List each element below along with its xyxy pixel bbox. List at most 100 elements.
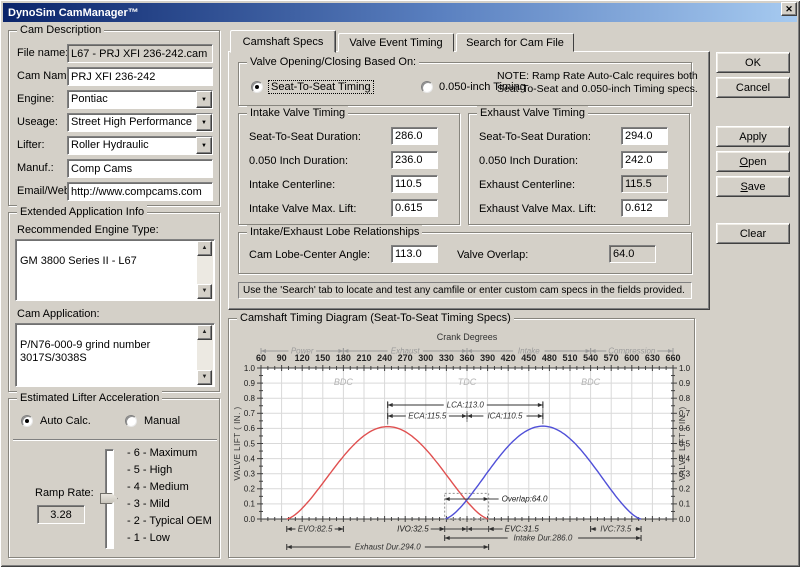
intake-050-duration-field[interactable] xyxy=(391,151,438,169)
svg-text:300: 300 xyxy=(418,353,433,363)
exhaust-timing-legend: Exhaust Valve Timing xyxy=(477,106,588,121)
tab-search-for-cam-file[interactable]: Search for Cam File xyxy=(456,33,574,52)
lifter-accel-group: Estimated Lifter Acceleration Auto Calc.… xyxy=(8,391,220,558)
slider-label-5: - 5 - High xyxy=(127,464,173,476)
camshaft-timing-chart: 0.0 0.00.1 0.10.2 0.20.3 0.30.4 0.40.5 0.50.6 0… xyxy=(233,332,691,552)
svg-text:Power: Power xyxy=(291,347,314,356)
cam-lobe-angle-field[interactable] xyxy=(391,245,438,263)
timing-diagram-group: Camshaft Timing Diagram (Seat-To-Seat Ti… xyxy=(228,311,695,558)
intake-centerline-field[interactable] xyxy=(391,175,438,193)
svg-text:0.2: 0.2 xyxy=(679,485,691,494)
engine-type-textarea[interactable]: GM 3800 Series II - L67 ▲ ▼ xyxy=(15,239,215,301)
search-note-bar: Use the 'Search' tab to locate and test … xyxy=(238,282,692,299)
svg-text:1.0: 1.0 xyxy=(679,364,691,373)
lifter-combobox[interactable]: Roller Hydraulic ▼ xyxy=(67,136,213,155)
cancel-button[interactable]: Cancel xyxy=(716,77,790,98)
intake-row-label: Intake Valve Max. Lift: xyxy=(249,203,357,215)
svg-text:60: 60 xyxy=(256,353,266,363)
note-line2: Seat-To-Seat and 0.050-inch Timing specs… xyxy=(497,83,698,95)
svg-text:TDC: TDC xyxy=(458,377,477,387)
valve-overlap-field xyxy=(609,245,656,263)
titlebar[interactable]: DynoSim CamManager™ xyxy=(3,3,797,22)
tab-valve-event-timing[interactable]: Valve Event Timing xyxy=(338,33,454,52)
email-web-label: Email/Web: xyxy=(17,185,74,197)
scrollbar[interactable]: ▲ ▼ xyxy=(197,325,213,385)
svg-text:0.7: 0.7 xyxy=(244,409,256,418)
cam-name-field[interactable] xyxy=(67,67,213,86)
useage-combobox[interactable]: Street High Performance ▼ xyxy=(67,113,213,132)
intake-row-label: Seat-To-Seat Duration: xyxy=(249,131,361,143)
intake-row-label: Intake Centerline: xyxy=(249,179,336,191)
save-button[interactable]: Save xyxy=(716,176,790,197)
exhaust-max-lift-field[interactable] xyxy=(621,199,668,217)
scroll-down-icon[interactable]: ▼ xyxy=(197,284,212,299)
file-name-field[interactable] xyxy=(67,44,213,63)
clear-button[interactable]: Clear xyxy=(716,223,790,244)
scroll-up-icon[interactable]: ▲ xyxy=(197,325,212,340)
inch-timing-radio[interactable] xyxy=(421,81,433,93)
cam-application-textarea[interactable]: P/N76-000-9 grind number 3017S/3038S ▲ ▼ xyxy=(15,323,215,387)
cam-application-text: P/N76-000-9 grind number 3017S/3038S xyxy=(20,339,151,364)
engine-type-text: GM 3800 Series II - L67 xyxy=(20,255,137,267)
tab-camshaft-specs[interactable]: Camshaft Specs xyxy=(230,30,336,53)
svg-text:Compression: Compression xyxy=(608,347,656,356)
engine-combobox[interactable]: Pontiac ▼ xyxy=(67,90,213,109)
exhaust-seat-duration-field[interactable] xyxy=(621,127,668,145)
chevron-down-icon[interactable]: ▼ xyxy=(196,137,212,154)
svg-text:0.8: 0.8 xyxy=(679,394,691,403)
useage-label: Useage: xyxy=(17,116,58,128)
apply-button[interactable]: Apply xyxy=(716,126,790,147)
manuf-field[interactable] xyxy=(67,159,213,178)
svg-text:Exhaust: Exhaust xyxy=(391,347,421,356)
auto-calc-radio[interactable] xyxy=(21,415,33,427)
svg-text:330: 330 xyxy=(439,353,454,363)
svg-text:510: 510 xyxy=(562,353,577,363)
exhaust-row-label: Exhaust Centerline: xyxy=(479,179,575,191)
ok-button[interactable]: OK xyxy=(716,52,790,73)
email-web-field[interactable] xyxy=(67,182,213,201)
svg-text:480: 480 xyxy=(542,353,557,363)
cam-lobe-angle-label: Cam Lobe-Center Angle: xyxy=(249,249,371,261)
chevron-down-icon[interactable]: ▼ xyxy=(196,114,212,131)
svg-text:0.0: 0.0 xyxy=(244,515,256,524)
close-icon[interactable]: ✕ xyxy=(781,2,797,16)
svg-text:Intake Dur.286.0: Intake Dur.286.0 xyxy=(513,534,572,543)
seat-to-seat-label[interactable]: Seat-To-Seat Timing xyxy=(268,80,374,94)
seat-to-seat-radio[interactable] xyxy=(251,81,263,93)
intake-row-label: 0.050 Inch Duration: xyxy=(249,155,349,167)
lifter-label: Lifter: xyxy=(17,139,45,151)
svg-text:EVO:82.5: EVO:82.5 xyxy=(298,525,333,534)
cam-description-legend: Cam Description xyxy=(17,23,105,38)
exhaust-050-duration-field[interactable] xyxy=(621,151,668,169)
valve-basis-group: Valve Opening/Closing Based On: Seat-To-… xyxy=(238,55,698,106)
svg-text:Crank Degrees: Crank Degrees xyxy=(437,332,498,342)
svg-text:420: 420 xyxy=(501,353,516,363)
engine-type-label: Recommended Engine Type: xyxy=(17,224,159,236)
window-title: DynoSim CamManager™ xyxy=(8,6,139,19)
chevron-down-icon[interactable]: ▼ xyxy=(196,91,212,108)
extended-info-group: Extended Application Info Recommended En… xyxy=(8,205,220,392)
scrollbar[interactable]: ▲ ▼ xyxy=(197,241,213,299)
intake-seat-duration-field[interactable] xyxy=(391,127,438,145)
intake-max-lift-field[interactable] xyxy=(391,199,438,217)
engine-value: Pontiac xyxy=(71,93,108,105)
manual-radio[interactable] xyxy=(125,415,137,427)
svg-text:0.9: 0.9 xyxy=(244,379,256,388)
svg-text:0.2: 0.2 xyxy=(244,485,256,494)
ramp-rate-label: Ramp Rate: xyxy=(35,487,94,499)
svg-text:0.3: 0.3 xyxy=(244,470,256,479)
scroll-down-icon[interactable]: ▼ xyxy=(197,370,212,385)
svg-text:540: 540 xyxy=(583,353,598,363)
svg-text:150: 150 xyxy=(315,353,330,363)
tab-label: Search for Cam File xyxy=(466,36,564,49)
divider xyxy=(13,439,217,441)
svg-text:0.5: 0.5 xyxy=(244,439,256,448)
clear-label: Clear xyxy=(739,227,767,240)
svg-text:Intake: Intake xyxy=(518,347,540,356)
open-button[interactable]: Open xyxy=(716,151,790,172)
ramp-rate-slider-thumb[interactable] xyxy=(100,493,118,504)
scroll-up-icon[interactable]: ▲ xyxy=(197,241,212,256)
manual-label: Manual xyxy=(144,415,181,427)
svg-text:VALVE LIFT ( IN. ): VALVE LIFT ( IN. ) xyxy=(678,406,687,480)
lifter-accel-legend: Estimated Lifter Acceleration xyxy=(17,391,163,406)
